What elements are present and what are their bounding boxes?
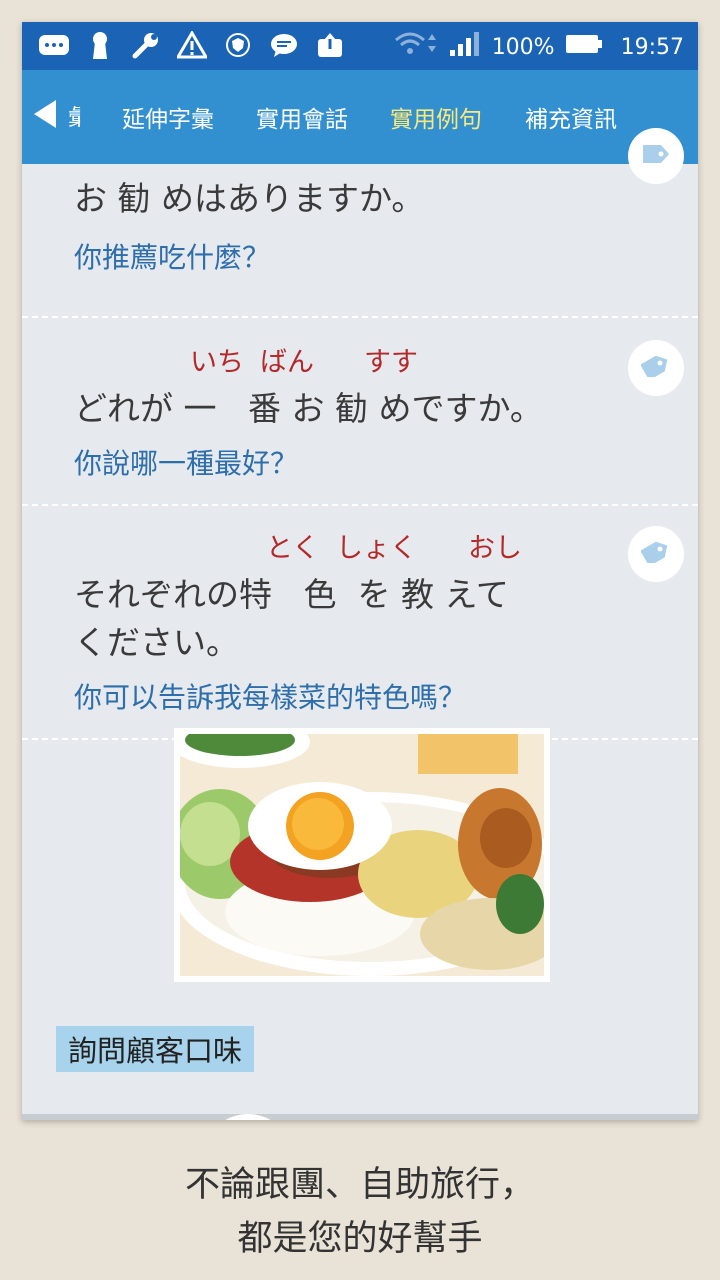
divider	[22, 316, 698, 318]
tab-bar: 彙 延伸字彙 實用會話 實用例句 補充資訊	[22, 70, 698, 164]
keyhole-icon	[84, 30, 116, 60]
caption-line-1: 不論跟團、自助旅行，	[184, 1165, 535, 1205]
tag-icon	[640, 541, 671, 567]
food-photo	[174, 728, 550, 982]
japanese-sentence-line2: ください。	[74, 623, 239, 662]
tab-extended-vocab[interactable]: 延伸字彙	[122, 100, 214, 134]
sentence-list: お 勧 めはありますか。 你推薦吃什麼？ いち ばん すす どれが 一 番 お …	[22, 128, 698, 1120]
clock: 19:57	[620, 34, 684, 60]
bottom-divider	[22, 1114, 698, 1120]
furigana-oshi: おし	[468, 533, 522, 564]
back-arrow-icon	[32, 98, 58, 134]
chinese-translation: 你可以告訴我每樣菜的特色嗎？	[74, 681, 467, 714]
status-bar: 100% 19:57	[22, 22, 698, 70]
chat-icon	[268, 30, 300, 60]
japanese-sentence: それぞれの特 色 を 教 えて	[74, 575, 509, 614]
battery-text: 100%	[491, 34, 555, 60]
tab-practical-sentences[interactable]: 實用例句	[390, 100, 482, 134]
tab-partial-label: 彙	[68, 106, 91, 131]
wifi-icon	[394, 30, 438, 64]
signal-icon	[448, 30, 482, 64]
furigana-ichi: いち	[190, 347, 244, 378]
furigana-toku: とく	[266, 533, 320, 564]
section-label: 詢問顧客口味	[56, 1026, 255, 1072]
furigana-ban: ばん	[260, 347, 314, 378]
chinese-translation: 你說哪一種最好？	[74, 447, 299, 480]
japanese-sentence: どれが 一 番 お 勧 めですか。	[74, 389, 543, 428]
phone-screen: 100% 19:57 彙 延伸字彙 實用會話 實用例句 補充資訊 お 勧 めはあ…	[22, 22, 698, 1120]
divider	[22, 504, 698, 506]
bookmark-button[interactable]	[628, 340, 684, 396]
chinese-translation: 你推薦吃什麼？	[74, 241, 271, 274]
furigana-susu: すす	[364, 347, 418, 378]
battery-icon	[565, 33, 603, 61]
wrench-icon	[130, 30, 162, 60]
bookmark-button[interactable]	[628, 128, 684, 184]
loco-moco-plate-image	[180, 734, 544, 976]
tag-icon	[640, 355, 671, 381]
warning-icon	[176, 30, 208, 60]
tag-icon	[641, 143, 671, 169]
tab-practical-dialogue[interactable]: 實用會話	[256, 100, 348, 134]
message-icon	[38, 30, 70, 60]
japanese-sentence: お 勧 めはありますか。	[74, 179, 425, 218]
caption-line-2: 都是您的好幫手	[237, 1219, 483, 1259]
bookmark-button[interactable]	[628, 526, 684, 582]
upload-icon	[314, 30, 346, 60]
back-button[interactable]: 彙	[32, 96, 92, 136]
furigana-shoku: しょく	[336, 533, 417, 564]
tab-supplementary-info[interactable]: 補充資訊	[525, 100, 617, 134]
shield-icon	[222, 30, 254, 60]
